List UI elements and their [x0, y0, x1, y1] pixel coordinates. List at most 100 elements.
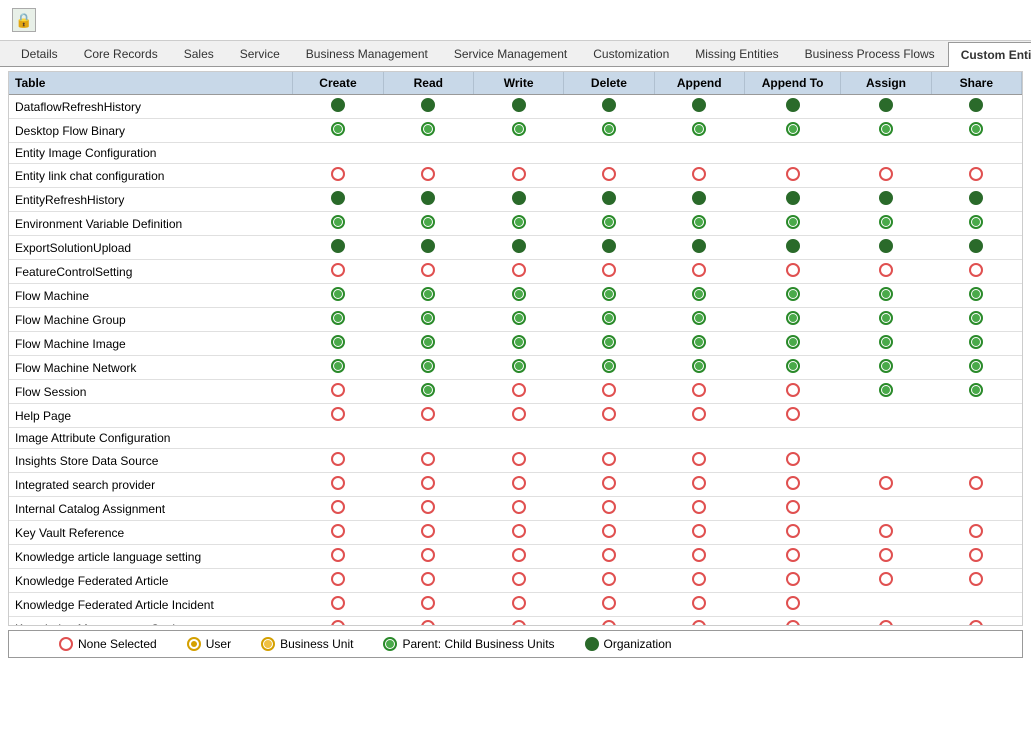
table-cell-read[interactable] [383, 188, 473, 212]
table-cell-create[interactable] [293, 473, 383, 497]
table-cell-assign[interactable] [841, 95, 931, 119]
none-selected-icon[interactable] [421, 500, 435, 514]
none-selected-icon[interactable] [331, 407, 345, 421]
table-cell-share[interactable] [931, 521, 1021, 545]
table-cell-assign[interactable] [841, 545, 931, 569]
organization-icon[interactable] [969, 98, 983, 112]
table-cell-append[interactable] [654, 260, 744, 284]
none-selected-icon[interactable] [879, 620, 893, 626]
none-selected-icon[interactable] [331, 572, 345, 586]
parent-child-bu-icon[interactable] [602, 311, 616, 325]
table-cell-share[interactable] [931, 617, 1021, 627]
table-cell-assign[interactable] [841, 428, 931, 449]
table-cell-delete[interactable] [564, 188, 654, 212]
organization-icon[interactable] [331, 98, 345, 112]
table-cell-assign[interactable] [841, 260, 931, 284]
table-cell-share[interactable] [931, 428, 1021, 449]
table-cell-read[interactable] [383, 473, 473, 497]
table-cell-assign[interactable] [841, 356, 931, 380]
parent-child-bu-icon[interactable] [879, 287, 893, 301]
none-selected-icon[interactable] [786, 548, 800, 562]
none-selected-icon[interactable] [692, 596, 706, 610]
none-selected-icon[interactable] [331, 548, 345, 562]
parent-child-bu-icon[interactable] [421, 122, 435, 136]
table-cell-append[interactable] [654, 545, 744, 569]
none-selected-icon[interactable] [421, 167, 435, 181]
table-cell-share[interactable] [931, 260, 1021, 284]
parent-child-bu-icon[interactable] [692, 311, 706, 325]
table-cell-share[interactable] [931, 143, 1021, 164]
none-selected-icon[interactable] [512, 620, 526, 626]
table-cell-write[interactable] [473, 284, 563, 308]
none-selected-icon[interactable] [59, 637, 73, 651]
none-selected-icon[interactable] [879, 476, 893, 490]
parent-child-bu-icon[interactable] [879, 215, 893, 229]
none-selected-icon[interactable] [421, 620, 435, 626]
organization-icon[interactable] [421, 98, 435, 112]
parent-child-bu-icon[interactable] [879, 335, 893, 349]
table-cell-create[interactable] [293, 332, 383, 356]
table-cell-append[interactable] [654, 404, 744, 428]
table-cell-appendto[interactable] [744, 284, 840, 308]
table-cell-delete[interactable] [564, 545, 654, 569]
table-cell-write[interactable] [473, 593, 563, 617]
table-cell-read[interactable] [383, 332, 473, 356]
table-cell-append[interactable] [654, 497, 744, 521]
table-cell-create[interactable] [293, 236, 383, 260]
parent-child-bu-icon[interactable] [331, 335, 345, 349]
table-cell-appendto[interactable] [744, 332, 840, 356]
table-cell-appendto[interactable] [744, 356, 840, 380]
none-selected-icon[interactable] [512, 452, 526, 466]
table-cell-delete[interactable] [564, 212, 654, 236]
parent-child-bu-icon[interactable] [692, 215, 706, 229]
parent-child-bu-icon[interactable] [512, 287, 526, 301]
tab-custom-entities[interactable]: Custom Entities [948, 42, 1031, 67]
tab-details[interactable]: Details [8, 41, 71, 66]
table-cell-create[interactable] [293, 617, 383, 627]
parent-child-bu-icon[interactable] [969, 359, 983, 373]
none-selected-icon[interactable] [512, 263, 526, 277]
none-selected-icon[interactable] [512, 572, 526, 586]
organization-icon[interactable] [602, 239, 616, 253]
parent-child-bu-icon[interactable] [786, 335, 800, 349]
table-cell-create[interactable] [293, 356, 383, 380]
table-cell-append[interactable] [654, 332, 744, 356]
table-cell-appendto[interactable] [744, 404, 840, 428]
table-cell-create[interactable] [293, 308, 383, 332]
none-selected-icon[interactable] [331, 383, 345, 397]
table-cell-delete[interactable] [564, 569, 654, 593]
table-cell-read[interactable] [383, 404, 473, 428]
table-cell-append[interactable] [654, 356, 744, 380]
table-cell-appendto[interactable] [744, 473, 840, 497]
table-cell-delete[interactable] [564, 428, 654, 449]
parent-child-bu-icon[interactable] [331, 287, 345, 301]
parent-child-bu-icon[interactable] [969, 311, 983, 325]
table-cell-read[interactable] [383, 284, 473, 308]
organization-icon[interactable] [786, 191, 800, 205]
parent-child-bu-icon[interactable] [786, 287, 800, 301]
tab-business-process-flows[interactable]: Business Process Flows [792, 41, 948, 66]
table-cell-write[interactable] [473, 356, 563, 380]
none-selected-icon[interactable] [421, 572, 435, 586]
table-cell-create[interactable] [293, 119, 383, 143]
none-selected-icon[interactable] [331, 524, 345, 538]
none-selected-icon[interactable] [602, 407, 616, 421]
none-selected-icon[interactable] [969, 572, 983, 586]
none-selected-icon[interactable] [879, 572, 893, 586]
organization-icon[interactable] [786, 98, 800, 112]
none-selected-icon[interactable] [421, 524, 435, 538]
parent-child-bu-icon[interactable] [879, 359, 893, 373]
none-selected-icon[interactable] [331, 167, 345, 181]
table-cell-append[interactable] [654, 473, 744, 497]
table-cell-delete[interactable] [564, 164, 654, 188]
table-cell-create[interactable] [293, 404, 383, 428]
none-selected-icon[interactable] [602, 524, 616, 538]
table-cell-assign[interactable] [841, 308, 931, 332]
organization-icon[interactable] [692, 239, 706, 253]
table-cell-read[interactable] [383, 356, 473, 380]
none-selected-icon[interactable] [331, 263, 345, 277]
none-selected-icon[interactable] [692, 407, 706, 421]
table-cell-append[interactable] [654, 593, 744, 617]
organization-icon[interactable] [331, 239, 345, 253]
none-selected-icon[interactable] [786, 572, 800, 586]
